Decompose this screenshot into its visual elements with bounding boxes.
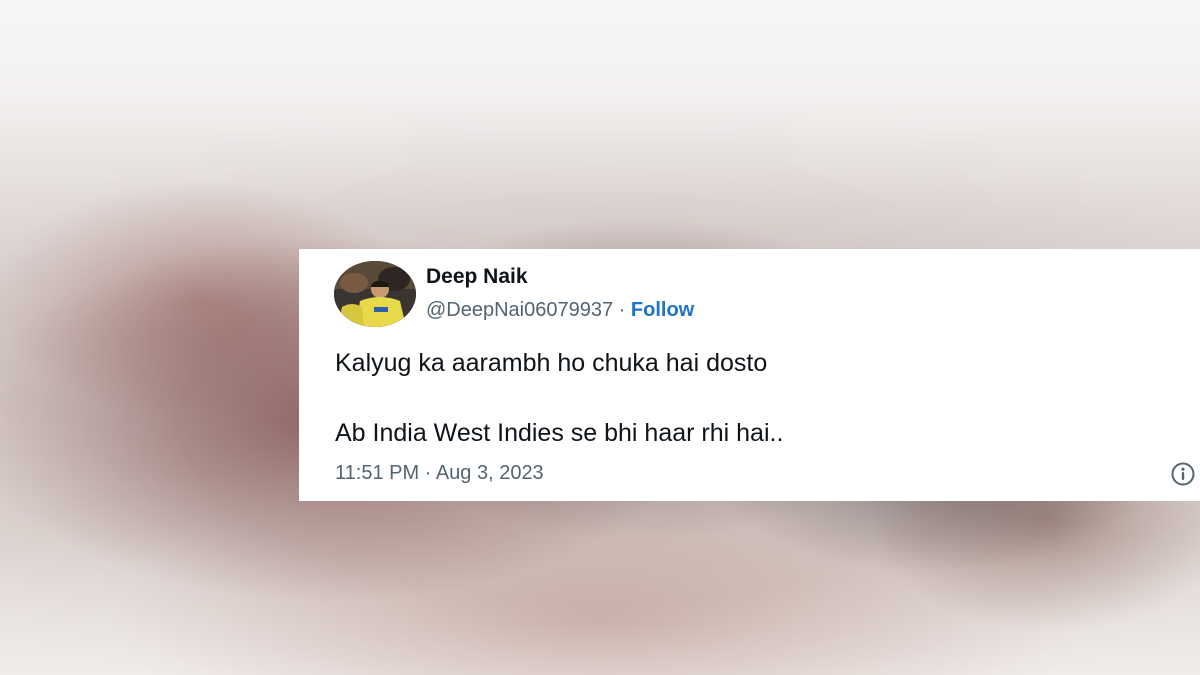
tweet-time: 11:51 PM bbox=[335, 462, 420, 484]
screenshot-stage: Deep Naik @DeepNai06079937 · Follow Kaly… bbox=[0, 0, 1200, 675]
tweet-card: Deep Naik @DeepNai06079937 · Follow Kaly… bbox=[299, 249, 1200, 501]
follow-button[interactable]: Follow bbox=[631, 299, 694, 321]
tweet-timestamp[interactable]: 11:51 PM · Aug 3, 2023 bbox=[335, 462, 544, 485]
tweet-date: Aug 3, 2023 bbox=[435, 462, 544, 484]
separator-dot: · bbox=[618, 299, 631, 321]
profile-photo-icon bbox=[334, 261, 416, 327]
author-name[interactable]: Deep Naik bbox=[426, 265, 528, 289]
tweet-text-line: Ab India West Indies se bhi haar rhi hai… bbox=[335, 419, 784, 447]
avatar[interactable] bbox=[334, 261, 416, 327]
handle-row: @DeepNai06079937 · Follow bbox=[426, 299, 694, 322]
separator-dot: · bbox=[424, 462, 436, 484]
tweet-text-line: Kalyug ka aarambh ho chuka hai dosto bbox=[335, 349, 768, 377]
info-icon[interactable] bbox=[1170, 461, 1196, 487]
author-handle[interactable]: @DeepNai06079937 bbox=[426, 299, 613, 321]
